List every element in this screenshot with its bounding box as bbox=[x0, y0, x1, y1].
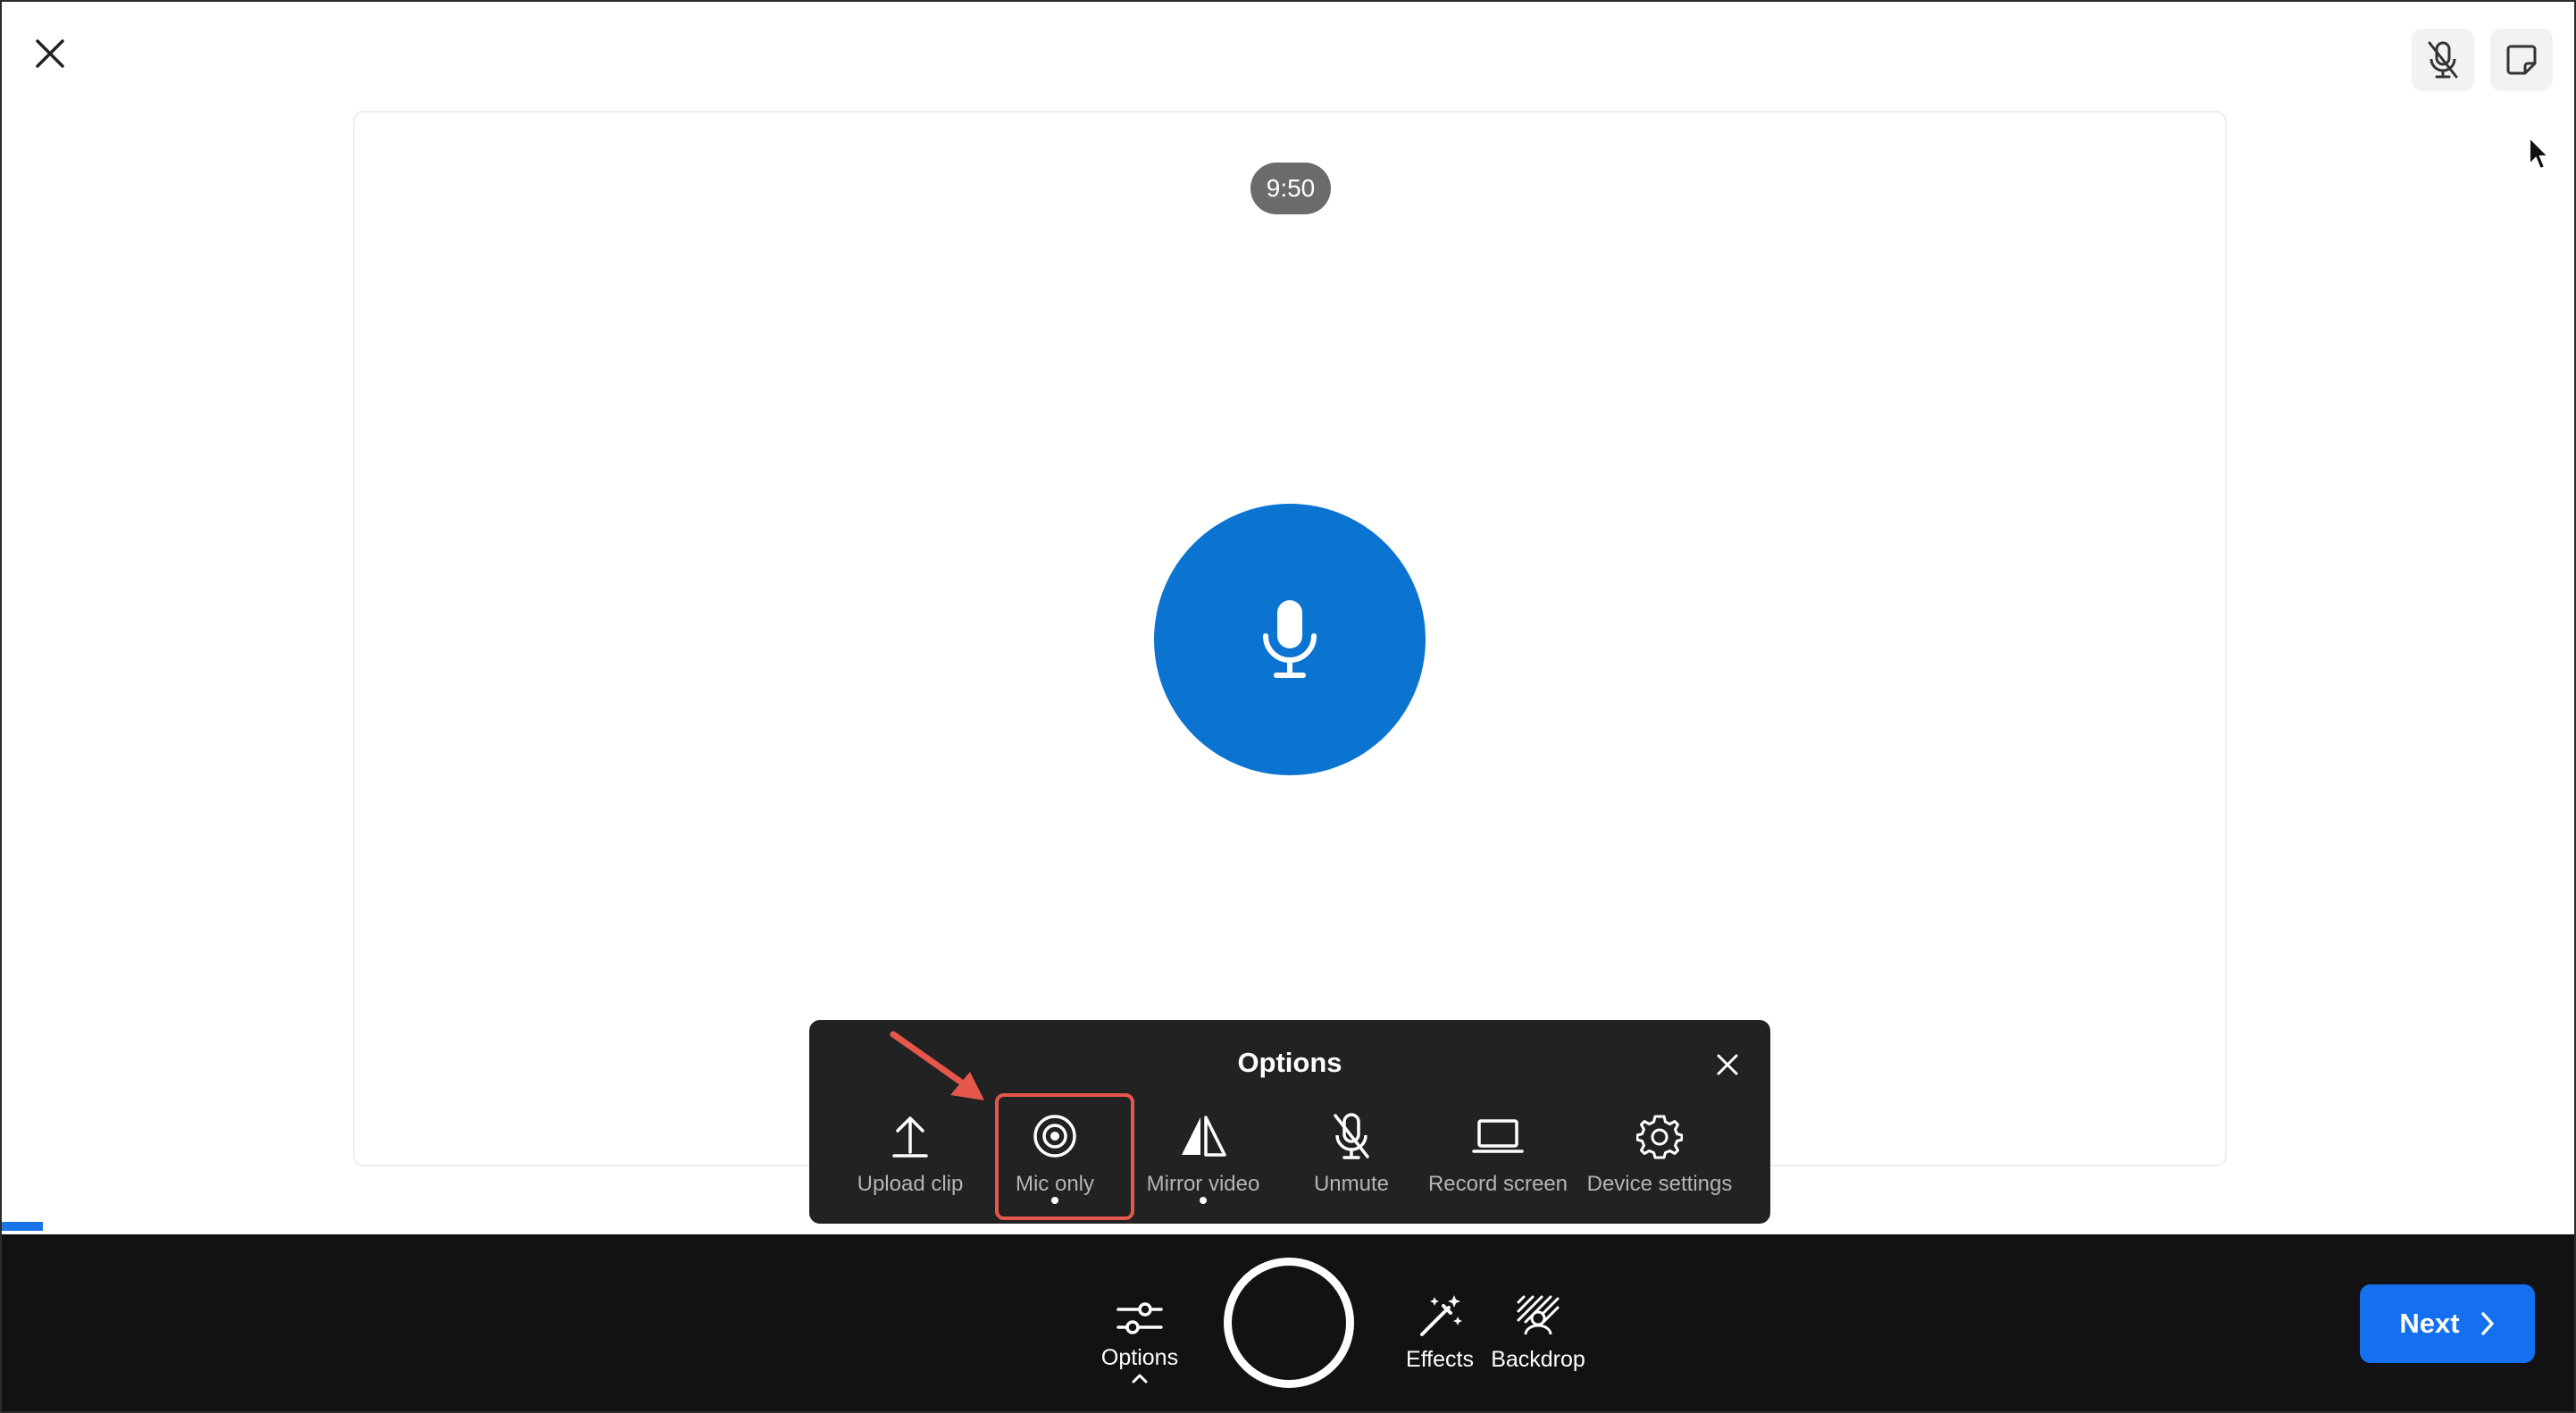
target-icon bbox=[979, 1109, 1131, 1163]
record-screen-button[interactable]: Record screen bbox=[1422, 1109, 1574, 1208]
mic-only-label: Mic only bbox=[1015, 1172, 1095, 1196]
upload-clip-button[interactable]: Upload clip bbox=[834, 1109, 986, 1208]
options-label: Options bbox=[1100, 1345, 1179, 1370]
sliders-icon bbox=[1086, 1297, 1193, 1340]
mirror-video-label: Mirror video bbox=[1146, 1172, 1260, 1196]
device-settings-label: Device settings bbox=[1586, 1172, 1733, 1196]
close-icon[interactable] bbox=[1710, 1047, 1745, 1083]
gear-icon bbox=[1570, 1109, 1749, 1163]
mic-toggle-button[interactable] bbox=[2412, 29, 2474, 91]
recording-timer: 9:50 bbox=[1250, 163, 1331, 214]
backdrop-icon bbox=[1485, 1292, 1592, 1342]
mouse-cursor-icon bbox=[2528, 136, 2551, 171]
upload-icon bbox=[834, 1109, 986, 1163]
mirror-icon bbox=[1127, 1109, 1279, 1163]
progress-indicator bbox=[2, 1222, 43, 1231]
recorder-window: 9:50 Options Upload clip Mic only Mirror… bbox=[0, 0, 2576, 1413]
record-button[interactable] bbox=[1224, 1258, 1354, 1388]
sticky-note-icon bbox=[2504, 42, 2539, 78]
mirror-video-button[interactable]: Mirror video bbox=[1127, 1109, 1279, 1208]
record-screen-label: Record screen bbox=[1427, 1172, 1568, 1196]
chevron-right-icon bbox=[2480, 1310, 2496, 1337]
microphone-icon bbox=[1259, 597, 1321, 682]
effects-label: Effects bbox=[1406, 1347, 1474, 1372]
next-button[interactable]: Next bbox=[2360, 1284, 2535, 1363]
backdrop-label: Backdrop bbox=[1491, 1347, 1585, 1372]
backdrop-button[interactable]: Backdrop bbox=[1485, 1292, 1592, 1373]
mic-off-icon bbox=[1275, 1109, 1427, 1163]
active-indicator-dot bbox=[1200, 1197, 1207, 1204]
upload-clip-label: Upload clip bbox=[857, 1172, 964, 1196]
magic-wand-icon bbox=[1395, 1292, 1485, 1342]
notes-button[interactable] bbox=[2490, 29, 2553, 91]
next-label: Next bbox=[2399, 1308, 2460, 1339]
mic-off-icon bbox=[2425, 40, 2461, 79]
effects-button[interactable]: Effects bbox=[1395, 1292, 1485, 1373]
mic-only-button[interactable]: Mic only bbox=[979, 1109, 1131, 1208]
unmute-button[interactable]: Unmute bbox=[1275, 1109, 1427, 1208]
active-indicator-dot bbox=[1051, 1197, 1058, 1204]
mic-only-indicator bbox=[1154, 504, 1426, 775]
unmute-label: Unmute bbox=[1313, 1172, 1390, 1196]
chevron-up-icon bbox=[1086, 1371, 1193, 1385]
callout-arrow-icon bbox=[886, 1027, 993, 1108]
laptop-icon bbox=[1422, 1109, 1574, 1163]
close-icon[interactable] bbox=[25, 29, 75, 79]
bottom-toolbar: Options Effects Backdrop Next bbox=[2, 1234, 2574, 1411]
device-settings-button[interactable]: Device settings bbox=[1570, 1109, 1749, 1208]
options-button[interactable]: Options bbox=[1086, 1297, 1193, 1385]
